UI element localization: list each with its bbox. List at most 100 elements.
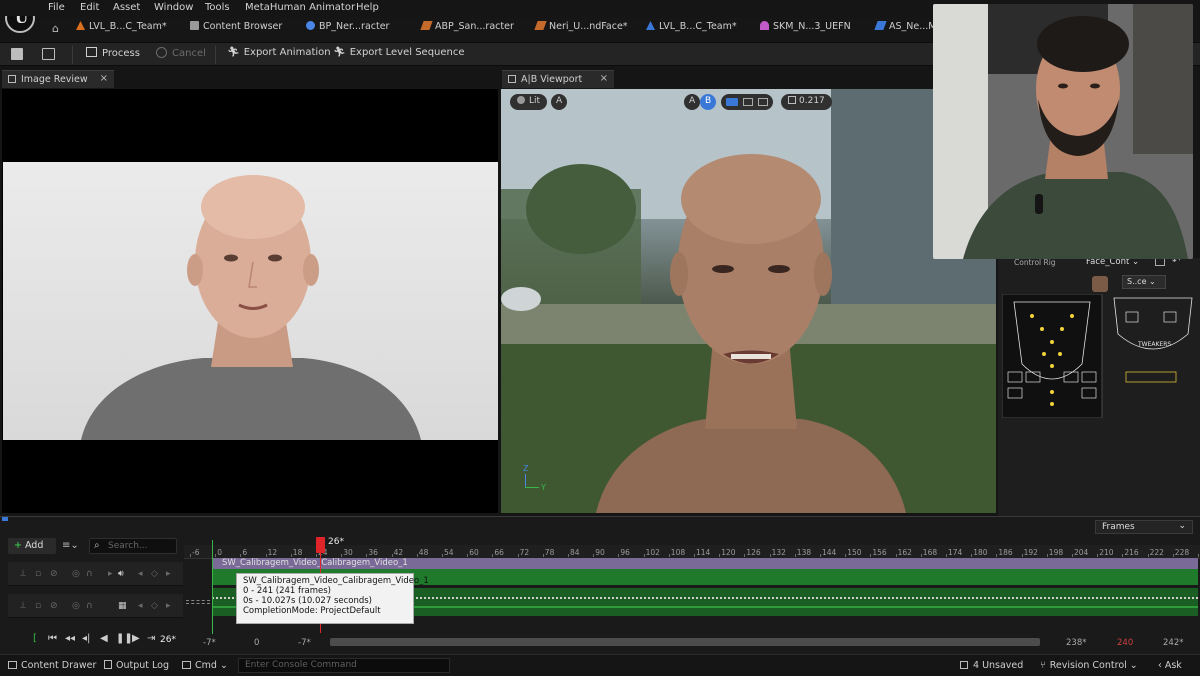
export-level-sequence-button[interactable]: 🏃︎ Export Level Sequence [333, 47, 465, 58]
film-icon[interactable]: ▦ [118, 601, 128, 611]
single-view-icon[interactable] [726, 98, 738, 106]
ruler-tick-label: 216 [1124, 548, 1139, 557]
cancel-button[interactable]: Cancel [156, 47, 206, 59]
next-key-icon[interactable]: ▸ [166, 569, 176, 579]
add-track-button[interactable]: + Add [8, 538, 56, 554]
track-row-video[interactable]: ⟂ ▫ ⊘ ◎ ∩ ▸ 🔊︎ ◂ ◇ ▸ [8, 562, 183, 586]
step-back-icon[interactable]: ◂| [82, 633, 90, 644]
revision-control-button[interactable]: ⑂ Revision Control ⌄ [1040, 660, 1138, 671]
play-reverse-icon[interactable]: ◀ [100, 633, 108, 644]
menu-file[interactable]: File [48, 2, 65, 13]
skip-start-icon[interactable]: ⏮︎ [48, 633, 57, 644]
lit-mode-button[interactable]: Lit [510, 94, 548, 110]
ruler-tick-mark [769, 554, 771, 557]
timeline-scrollbar[interactable] [330, 638, 1040, 646]
next-key-icon[interactable]: ▸ [166, 601, 176, 611]
ruler-tick-mark [1046, 554, 1048, 557]
cmd-dropdown[interactable]: Cmd ⌄ [182, 660, 228, 671]
start-marker[interactable] [212, 540, 213, 634]
track-row-audio[interactable]: ⟂ ▫ ⊘ ◎ ∩ ▦ ◂ ◇ ▸ [8, 594, 183, 618]
split-mode-buttons[interactable] [721, 94, 773, 110]
ruler-tick-mark [1122, 554, 1124, 557]
content-drawer-button[interactable]: Content Drawer [8, 660, 96, 671]
play-track-icon[interactable]: ▸ [108, 569, 118, 579]
ask-button[interactable]: ‹ Ask [1158, 660, 1182, 671]
current-frame: 26* [160, 635, 176, 645]
add-key-icon[interactable]: ◇ [151, 569, 161, 579]
console-command-input[interactable]: Enter Console Command [238, 658, 450, 673]
scene-dropdown[interactable]: S..ce ⌄ [1122, 275, 1166, 289]
tab-lvl-team-2[interactable]: LVL_B...C_Team* [646, 21, 737, 37]
headphones-icon[interactable]: ∩ [86, 601, 96, 611]
menu-window[interactable]: Window [154, 2, 193, 13]
solo-icon[interactable]: ◎ [72, 601, 82, 611]
process-icon [86, 47, 97, 57]
frames-dropdown[interactable]: Frames ⌄ [1095, 520, 1193, 534]
running-figure-icon: 🏃︎ [227, 47, 240, 58]
media-track-bar[interactable]: SW_Calibragem_Video_Calibragem_Video_1 [212, 558, 1198, 569]
step-forward-icon[interactable]: ⇥ [147, 633, 155, 644]
chevron-left-icon: ‹ [1158, 660, 1165, 671]
mute-icon[interactable]: ⊘ [50, 569, 60, 579]
prev-key-icon[interactable]: ◂ [138, 569, 148, 579]
pin-icon[interactable]: ⟂ [20, 601, 30, 611]
prev-key-icon[interactable]: ◂◂ [65, 633, 75, 644]
pause-icon[interactable]: ❚❚ [116, 633, 133, 644]
tab-bp-character[interactable]: BP_Ner...racter [306, 21, 389, 37]
lock-icon[interactable]: ▫ [35, 601, 45, 611]
search-icon: ⌕ [94, 540, 100, 551]
headphones-icon[interactable]: ∩ [86, 569, 96, 579]
tab-as-anim[interactable]: AS_Ne...M [874, 21, 937, 37]
ruler-tick-mark [1172, 554, 1174, 557]
play-icon[interactable]: ▶ [132, 633, 140, 644]
speaker-icon[interactable]: 🔊︎ [118, 569, 128, 579]
menu-asset[interactable]: Asset [113, 2, 140, 13]
mute-icon[interactable]: ⊘ [50, 601, 60, 611]
side-by-side-icon[interactable] [743, 98, 753, 106]
unsaved-button[interactable]: 4 Unsaved [960, 660, 1023, 671]
output-log-button[interactable]: Output Log [104, 660, 169, 671]
tab-skm-uefn[interactable]: SKM_N...3_UEFN [760, 21, 851, 37]
lock-icon[interactable]: ▫ [35, 569, 45, 579]
tab-neri-face[interactable]: Neri_U...ndFace* [534, 21, 628, 37]
image-review-panel [2, 89, 498, 513]
menu-help[interactable]: Help [356, 2, 379, 13]
pin-icon[interactable]: ⟂ [20, 569, 30, 579]
viewport-icon [508, 75, 516, 83]
filter-icon[interactable]: ≡⌄ [62, 540, 79, 551]
chevron-down-icon: ⌄ [1126, 660, 1138, 671]
menu-metahuman-animator[interactable]: MetaHuman Animator [245, 2, 355, 13]
prev-key-icon[interactable]: ◂ [138, 601, 148, 611]
tab-content-browser[interactable]: Content Browser [190, 21, 282, 37]
character-avatar[interactable] [1092, 276, 1108, 292]
process-button[interactable]: Process [86, 47, 140, 59]
track-search-input[interactable]: ⌕ Search... [89, 538, 177, 554]
close-icon[interactable]: × [600, 73, 608, 84]
tooltip-line-seconds: 0s - 10.027s (10.027 seconds) [243, 596, 372, 606]
tab-lvl-team-1[interactable]: LVL_B...C_Team* [76, 21, 167, 37]
tab-abp-character[interactable]: ABP_San...racter [420, 21, 514, 37]
loop-bracket-icon[interactable]: [ [33, 633, 37, 644]
tab-image-review[interactable]: Image Review × [2, 70, 114, 88]
menu-tools[interactable]: Tools [205, 2, 230, 13]
folder-icon [190, 21, 199, 30]
picker-icon[interactable] [1155, 258, 1165, 266]
solo-icon[interactable]: ◎ [72, 569, 82, 579]
track-drag-handle[interactable] [186, 600, 210, 604]
wipe-value-field[interactable]: 0.217 [781, 94, 832, 110]
cancel-icon [156, 47, 167, 58]
close-icon[interactable]: × [100, 73, 108, 84]
playhead-handle[interactable] [316, 537, 325, 553]
browse-asset-icon[interactable] [42, 48, 55, 60]
wipe-view-icon[interactable] [758, 98, 768, 106]
add-key-icon[interactable]: ◇ [151, 601, 161, 611]
unsaved-icon [960, 661, 968, 669]
save-icon[interactable] [11, 48, 23, 60]
ruler-tick-mark [920, 554, 922, 557]
export-animation-button[interactable]: 🏃︎ Export Animation [227, 47, 331, 58]
home-icon[interactable]: ⌂ [52, 22, 59, 35]
tab-ab-viewport[interactable]: A|B Viewport × [502, 70, 614, 88]
ruler-tick-label: 72 [519, 548, 530, 557]
menu-edit[interactable]: Edit [80, 2, 99, 13]
ruler-tick-label: 84 [570, 548, 580, 557]
